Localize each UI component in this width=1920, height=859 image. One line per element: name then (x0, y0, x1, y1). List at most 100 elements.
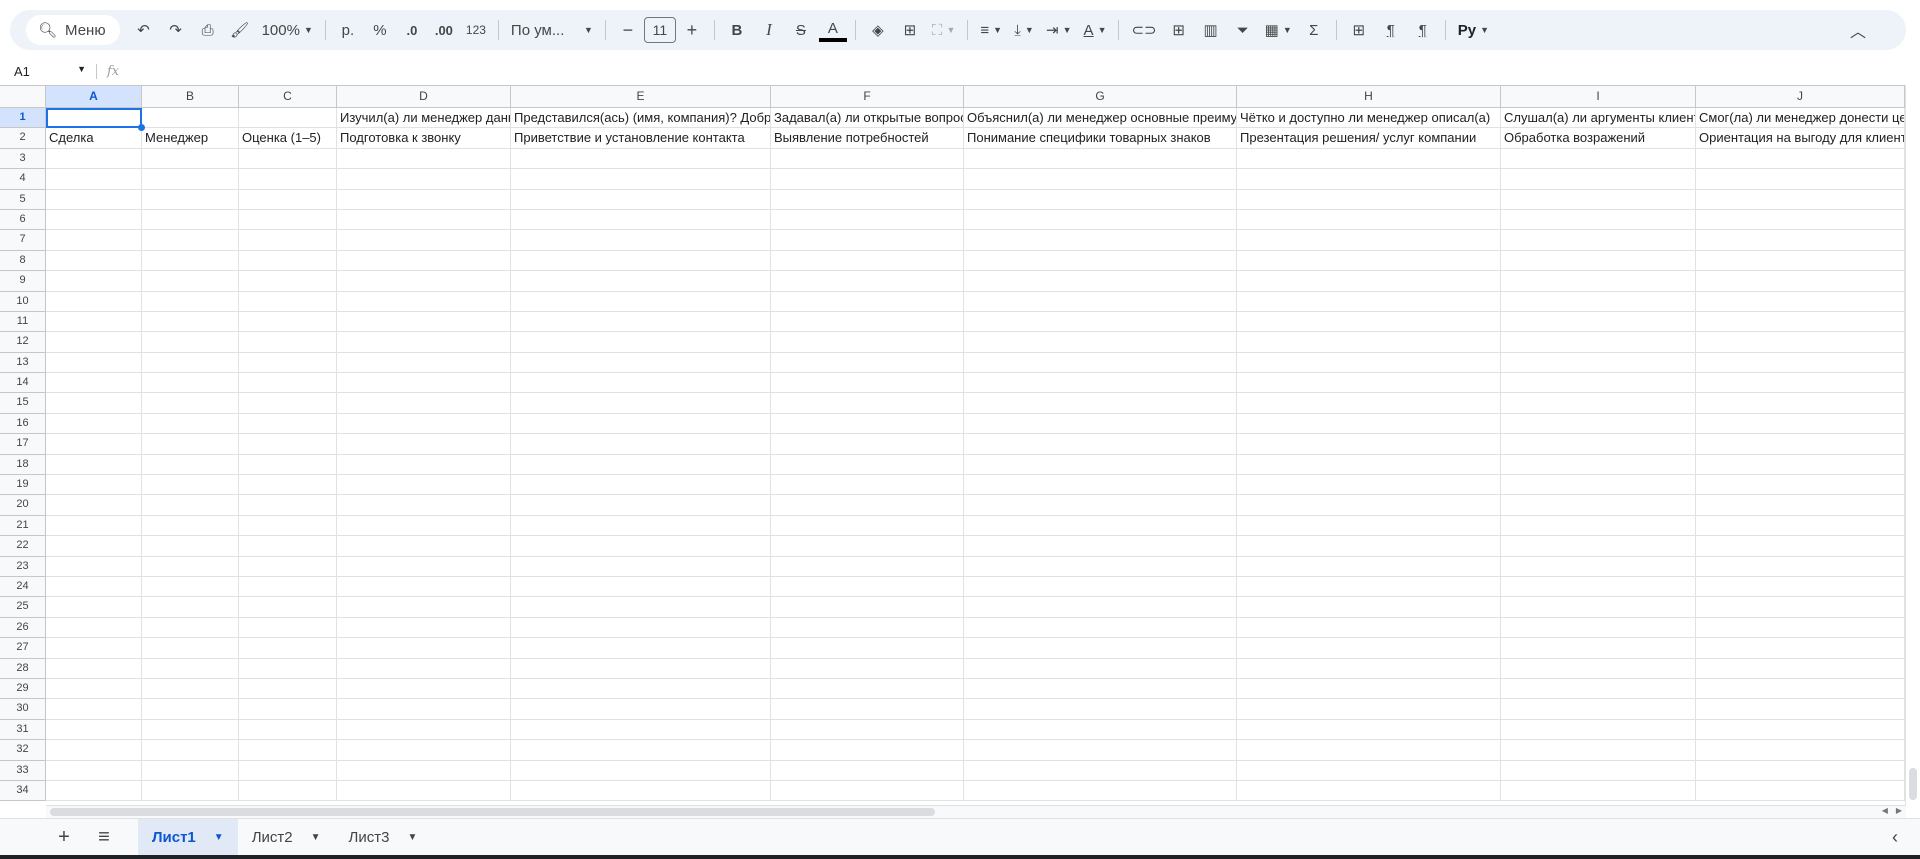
cell-b14[interactable] (142, 373, 239, 394)
cell-c28[interactable] (239, 658, 337, 679)
cell-j23[interactable] (1696, 556, 1905, 577)
cell-i17[interactable] (1501, 434, 1696, 455)
cell-a5[interactable] (46, 189, 142, 210)
cell-a13[interactable] (46, 352, 142, 374)
cell-d32[interactable] (337, 740, 511, 761)
cell-a10[interactable] (46, 291, 142, 312)
cell-a3[interactable] (46, 148, 142, 170)
cell-d9[interactable] (337, 271, 511, 292)
cell-h11[interactable] (1237, 311, 1501, 333)
row-header[interactable]: 29 (0, 678, 46, 700)
cell-g13[interactable] (964, 352, 1237, 374)
cell-b7[interactable] (142, 230, 239, 251)
cell-g27[interactable] (964, 638, 1237, 659)
cell-i21[interactable] (1501, 515, 1696, 537)
cell-g34[interactable] (964, 780, 1237, 802)
cell-a4[interactable] (46, 169, 142, 190)
cell-d17[interactable] (337, 434, 511, 455)
row-header[interactable]: 14 (0, 373, 46, 394)
cell-f10[interactable] (771, 291, 964, 312)
cell-j34[interactable] (1696, 780, 1905, 802)
cell-c32[interactable] (239, 740, 337, 761)
cell-j20[interactable] (1696, 495, 1905, 516)
cell-c9[interactable] (239, 271, 337, 292)
cell-d24[interactable] (337, 576, 511, 598)
cell-b5[interactable] (142, 189, 239, 210)
font-size-input[interactable]: 11 (643, 17, 676, 43)
cell-f23[interactable] (771, 556, 964, 577)
cell-d3[interactable] (337, 148, 511, 170)
cell-e28[interactable] (511, 658, 771, 679)
cell-e9[interactable] (511, 271, 771, 292)
fill-color-button[interactable]: ◈ (864, 16, 892, 44)
cell-g24[interactable] (964, 576, 1237, 598)
cell-d23[interactable] (337, 556, 511, 577)
cell-e22[interactable] (511, 536, 771, 557)
vertical-scrollbar[interactable] (1905, 85, 1920, 805)
cell-j22[interactable] (1696, 536, 1905, 557)
row-header[interactable]: 15 (0, 393, 46, 414)
name-box[interactable]: A1 ▼ (0, 64, 96, 79)
cell-i22[interactable] (1501, 536, 1696, 557)
row-header[interactable]: 19 (0, 475, 46, 496)
cell-b15[interactable] (142, 393, 239, 414)
cell-b28[interactable] (142, 658, 239, 679)
cell-e24[interactable] (511, 576, 771, 598)
cell-a8[interactable] (46, 250, 142, 272)
cell-a20[interactable] (46, 495, 142, 516)
merge-cells-button[interactable]: ⛶ ▼ (928, 16, 959, 44)
cell-c29[interactable] (239, 678, 337, 700)
cell-c2[interactable]: Оценка (1–5) (239, 128, 337, 149)
cell-c33[interactable] (239, 760, 337, 781)
cell-c21[interactable] (239, 515, 337, 537)
cell-i15[interactable] (1501, 393, 1696, 414)
cell-e18[interactable] (511, 454, 771, 476)
cell-g30[interactable] (964, 699, 1237, 720)
cell-d29[interactable] (337, 678, 511, 700)
add-sheet-button[interactable]: + (44, 826, 84, 849)
font-select[interactable]: По ум... ▼ (507, 16, 597, 44)
insert-link-button[interactable]: ⊂⊃ (1127, 16, 1160, 44)
cell-a16[interactable] (46, 413, 142, 435)
cell-e33[interactable] (511, 760, 771, 781)
cell-i28[interactable] (1501, 658, 1696, 679)
cell-j24[interactable] (1696, 576, 1905, 598)
cell-j19[interactable] (1696, 475, 1905, 496)
cell-i10[interactable] (1501, 291, 1696, 312)
horizontal-align-button[interactable]: ≡ ▼ (976, 16, 1006, 44)
row-header[interactable]: 34 (0, 780, 46, 802)
column-header-j[interactable]: J (1696, 86, 1905, 108)
cell-d30[interactable] (337, 699, 511, 720)
cell-f28[interactable] (771, 658, 964, 679)
cell-h25[interactable] (1237, 597, 1501, 618)
cell-c19[interactable] (239, 475, 337, 496)
cell-a6[interactable] (46, 209, 142, 231)
cell-f33[interactable] (771, 760, 964, 781)
cell-c5[interactable] (239, 189, 337, 210)
scroll-left-icon[interactable]: ◀ (1882, 806, 1888, 815)
cell-j1[interactable]: Смог(ла) ли менеджер донести ценность (1696, 108, 1905, 129)
cell-a25[interactable] (46, 597, 142, 618)
cell-h6[interactable] (1237, 209, 1501, 231)
cell-f21[interactable] (771, 515, 964, 537)
cell-i2[interactable]: Обработка возражений (1501, 128, 1696, 149)
cell-c23[interactable] (239, 556, 337, 577)
cell-f27[interactable] (771, 638, 964, 659)
cell-g18[interactable] (964, 454, 1237, 476)
cell-c22[interactable] (239, 536, 337, 557)
cell-b1[interactable] (142, 108, 239, 129)
cell-c11[interactable] (239, 311, 337, 333)
cell-a14[interactable] (46, 373, 142, 394)
cell-e6[interactable] (511, 209, 771, 231)
cell-b21[interactable] (142, 515, 239, 537)
cell-i4[interactable] (1501, 169, 1696, 190)
cell-h1[interactable]: Чётко и доступно ли менеджер описал(а) (1237, 108, 1501, 129)
cell-e11[interactable] (511, 311, 771, 333)
cell-j7[interactable] (1696, 230, 1905, 251)
cell-j26[interactable] (1696, 617, 1905, 639)
cell-j9[interactable] (1696, 271, 1905, 292)
cell-g7[interactable] (964, 230, 1237, 251)
cell-d13[interactable] (337, 352, 511, 374)
cell-i23[interactable] (1501, 556, 1696, 577)
cell-e2[interactable]: Приветствие и установление контакта (511, 128, 771, 149)
